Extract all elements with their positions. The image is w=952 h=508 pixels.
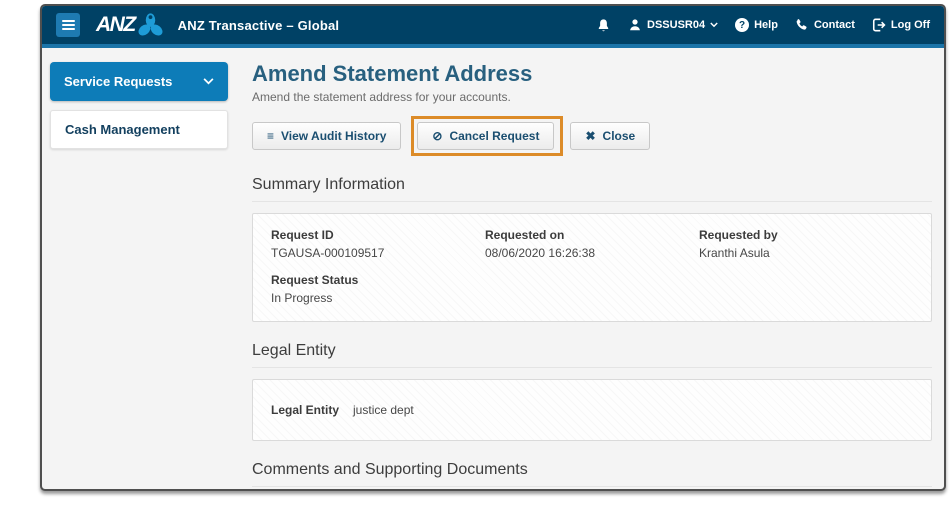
status-value: In Progress: [271, 291, 485, 305]
legal-entity-label: Legal Entity: [271, 403, 339, 417]
field-request-status: Request Status In Progress: [271, 273, 485, 305]
page-subtitle: Amend the statement address for your acc…: [252, 90, 932, 104]
top-bar-actions: DSSUSR04 ? Help Contact L: [596, 18, 930, 33]
list-icon: ≡: [267, 130, 274, 142]
logoff-button[interactable]: Log Off: [872, 18, 930, 32]
anz-logo-text: ANZ: [96, 13, 135, 37]
toolbar: ≡ View Audit History ⊘ Cancel Request ✖ …: [252, 116, 932, 156]
user-label: DSSUSR04: [647, 19, 705, 31]
contact-button[interactable]: Contact: [795, 18, 855, 32]
hamburger-menu-icon[interactable]: [56, 13, 80, 37]
main-content: Amend Statement Address Amend the statem…: [234, 48, 944, 489]
top-bar: ANZ ANZ Transactive – Global: [42, 6, 944, 44]
log-off-icon: [872, 18, 886, 32]
highlight-annotation: ⊘ Cancel Request: [411, 116, 563, 156]
sidebar-item-label: Service Requests: [64, 74, 172, 89]
legal-entity-panel: Legal Entity justice dept: [252, 379, 932, 441]
close-icon: ✖: [585, 130, 595, 142]
sidebar-item-service-requests[interactable]: Service Requests: [50, 62, 228, 101]
sidebar-item-label: Cash Management: [65, 122, 180, 137]
cancel-request-button[interactable]: ⊘ Cancel Request: [417, 122, 554, 150]
summary-heading: Summary Information: [252, 176, 932, 202]
anz-logo: ANZ: [96, 12, 164, 39]
view-audit-history-button[interactable]: ≡ View Audit History: [252, 122, 401, 150]
bell-icon: [596, 18, 611, 33]
field-requested-by: Requested by Kranthi Asula: [699, 228, 913, 260]
field-request-id: Request ID TGAUSA-000109517: [271, 228, 485, 260]
help-label: Help: [754, 19, 778, 31]
legal-entity-section: Legal Entity Legal Entity justice dept: [252, 342, 932, 441]
summary-panel: Request ID TGAUSA-000109517 Requested on…: [252, 213, 932, 322]
comments-heading: Comments and Supporting Documents: [252, 461, 932, 487]
logoff-label: Log Off: [891, 19, 930, 31]
sidebar-item-cash-management[interactable]: Cash Management: [50, 110, 228, 149]
help-icon: ?: [735, 18, 749, 32]
cancel-icon: ⊘: [432, 130, 442, 142]
summary-section: Summary Information Request ID TGAUSA-00…: [252, 176, 932, 322]
close-button[interactable]: ✖ Close: [570, 122, 650, 150]
page-title: Amend Statement Address: [252, 61, 932, 87]
chevron-down-icon: [710, 22, 718, 28]
legal-entity-value: justice dept: [353, 403, 414, 417]
app-window: ANZ ANZ Transactive – Global: [40, 4, 946, 491]
user-icon: [628, 18, 642, 32]
field-requested-on: Requested on 08/06/2020 16:26:38: [485, 228, 699, 260]
help-button[interactable]: ? Help: [735, 18, 778, 32]
anz-lotus-icon: [137, 12, 164, 39]
phone-icon: [795, 18, 809, 32]
app-title: ANZ Transactive – Global: [178, 18, 340, 33]
legal-entity-heading: Legal Entity: [252, 342, 932, 368]
notifications-button[interactable]: [596, 18, 611, 33]
user-menu[interactable]: DSSUSR04: [628, 18, 718, 32]
contact-label: Contact: [814, 19, 855, 31]
sidebar: Service Requests Cash Management: [42, 48, 234, 489]
comments-section: Comments and Supporting Documents Date A…: [252, 461, 932, 489]
chevron-down-icon: [203, 78, 214, 85]
